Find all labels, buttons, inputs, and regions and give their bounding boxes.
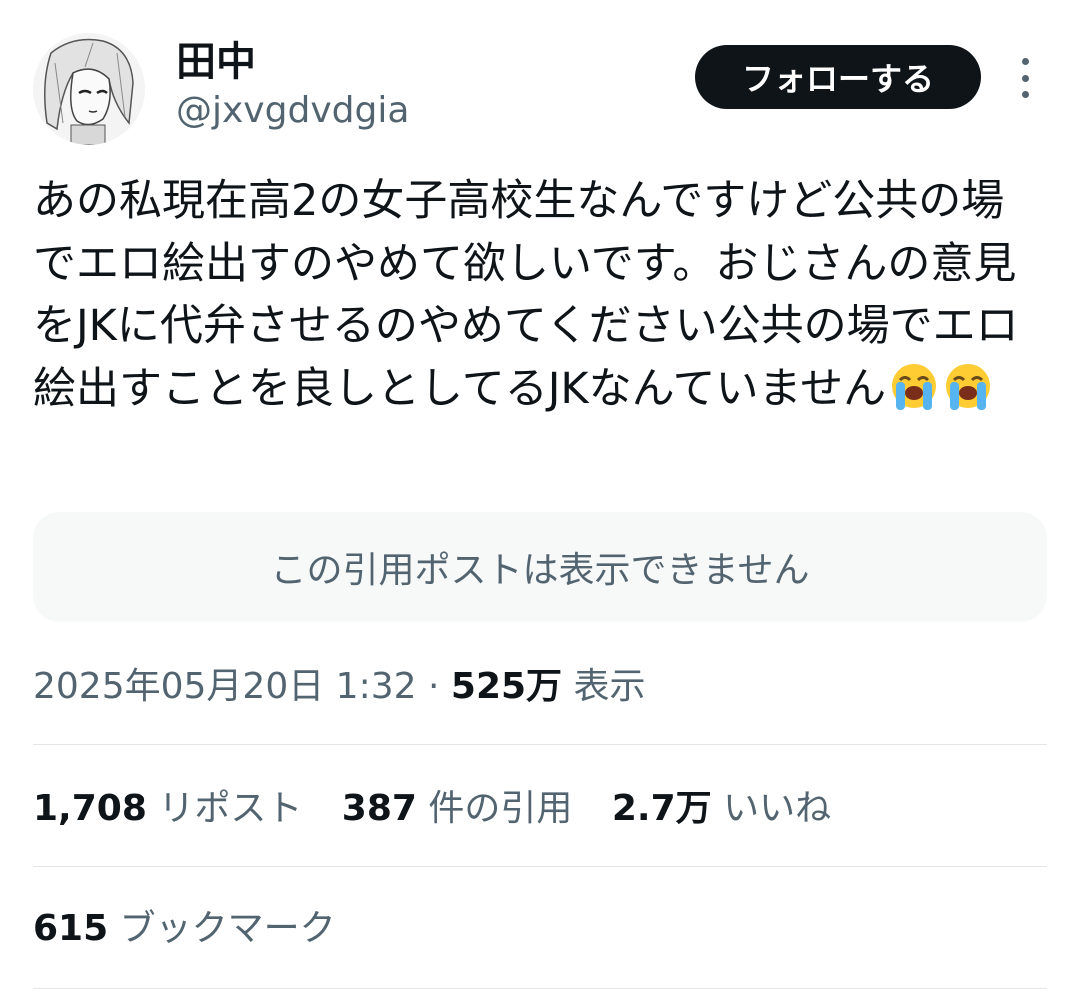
tweet-meta: 2025年05月20日 1:32 · 525万 表示 — [33, 660, 646, 714]
meta-separator: · — [427, 666, 440, 707]
views-count: 525万 — [450, 666, 563, 707]
reposts-count: 1,708 — [33, 788, 147, 829]
avatar-illustration — [33, 33, 145, 145]
bookmarks-stat[interactable]: 615 ブックマーク — [33, 902, 336, 956]
likes-stat[interactable]: 2.7万 いいね — [612, 782, 831, 836]
loudly-crying-face-emoji — [946, 363, 991, 410]
more-vertical-icon[interactable] — [1012, 58, 1038, 98]
follow-button[interactable]: フォローする — [695, 45, 981, 109]
loudly-crying-face-emoji — [892, 363, 937, 410]
divider — [33, 988, 1047, 989]
reposts-label: リポスト — [158, 788, 303, 829]
bookmarks-label: ブックマーク — [119, 908, 336, 949]
tweet-body: あの私現在高2の女子高校生なんですけど公共の場でエロ絵出すのやめて欲しいです。お… — [33, 170, 1033, 420]
more-dot — [1021, 91, 1029, 98]
bookmarks-count: 615 — [33, 908, 109, 949]
quotes-count: 387 — [341, 788, 417, 829]
display-name[interactable]: 田中 — [176, 38, 256, 86]
more-dot — [1021, 74, 1029, 82]
quote-unavailable-box: この引用ポストは表示できません — [33, 512, 1047, 622]
quotes-stat[interactable]: 387 件の引用 — [342, 782, 573, 836]
quotes-label: 件の引用 — [428, 788, 573, 829]
quote-unavailable-text: この引用ポストは表示できません — [270, 550, 810, 591]
likes-count: 2.7万 — [611, 788, 712, 829]
engagement-stats: 1,708 リポスト 387 件の引用 2.7万 いいね — [33, 782, 859, 836]
timestamp[interactable]: 2025年05月20日 1:32 — [33, 666, 417, 707]
views-label: 表示 — [573, 666, 646, 707]
tweet-text: あの私現在高2の女子高校生なんですけど公共の場でエロ絵出すのやめて欲しいです。お… — [33, 176, 1019, 414]
divider — [33, 866, 1047, 867]
divider — [33, 744, 1047, 745]
avatar[interactable] — [33, 33, 145, 145]
user-handle[interactable]: @jxvgdvdgia — [176, 88, 409, 134]
reposts-stat[interactable]: 1,708 リポスト — [33, 782, 302, 836]
more-dot — [1021, 58, 1029, 65]
likes-label: いいね — [723, 788, 832, 829]
